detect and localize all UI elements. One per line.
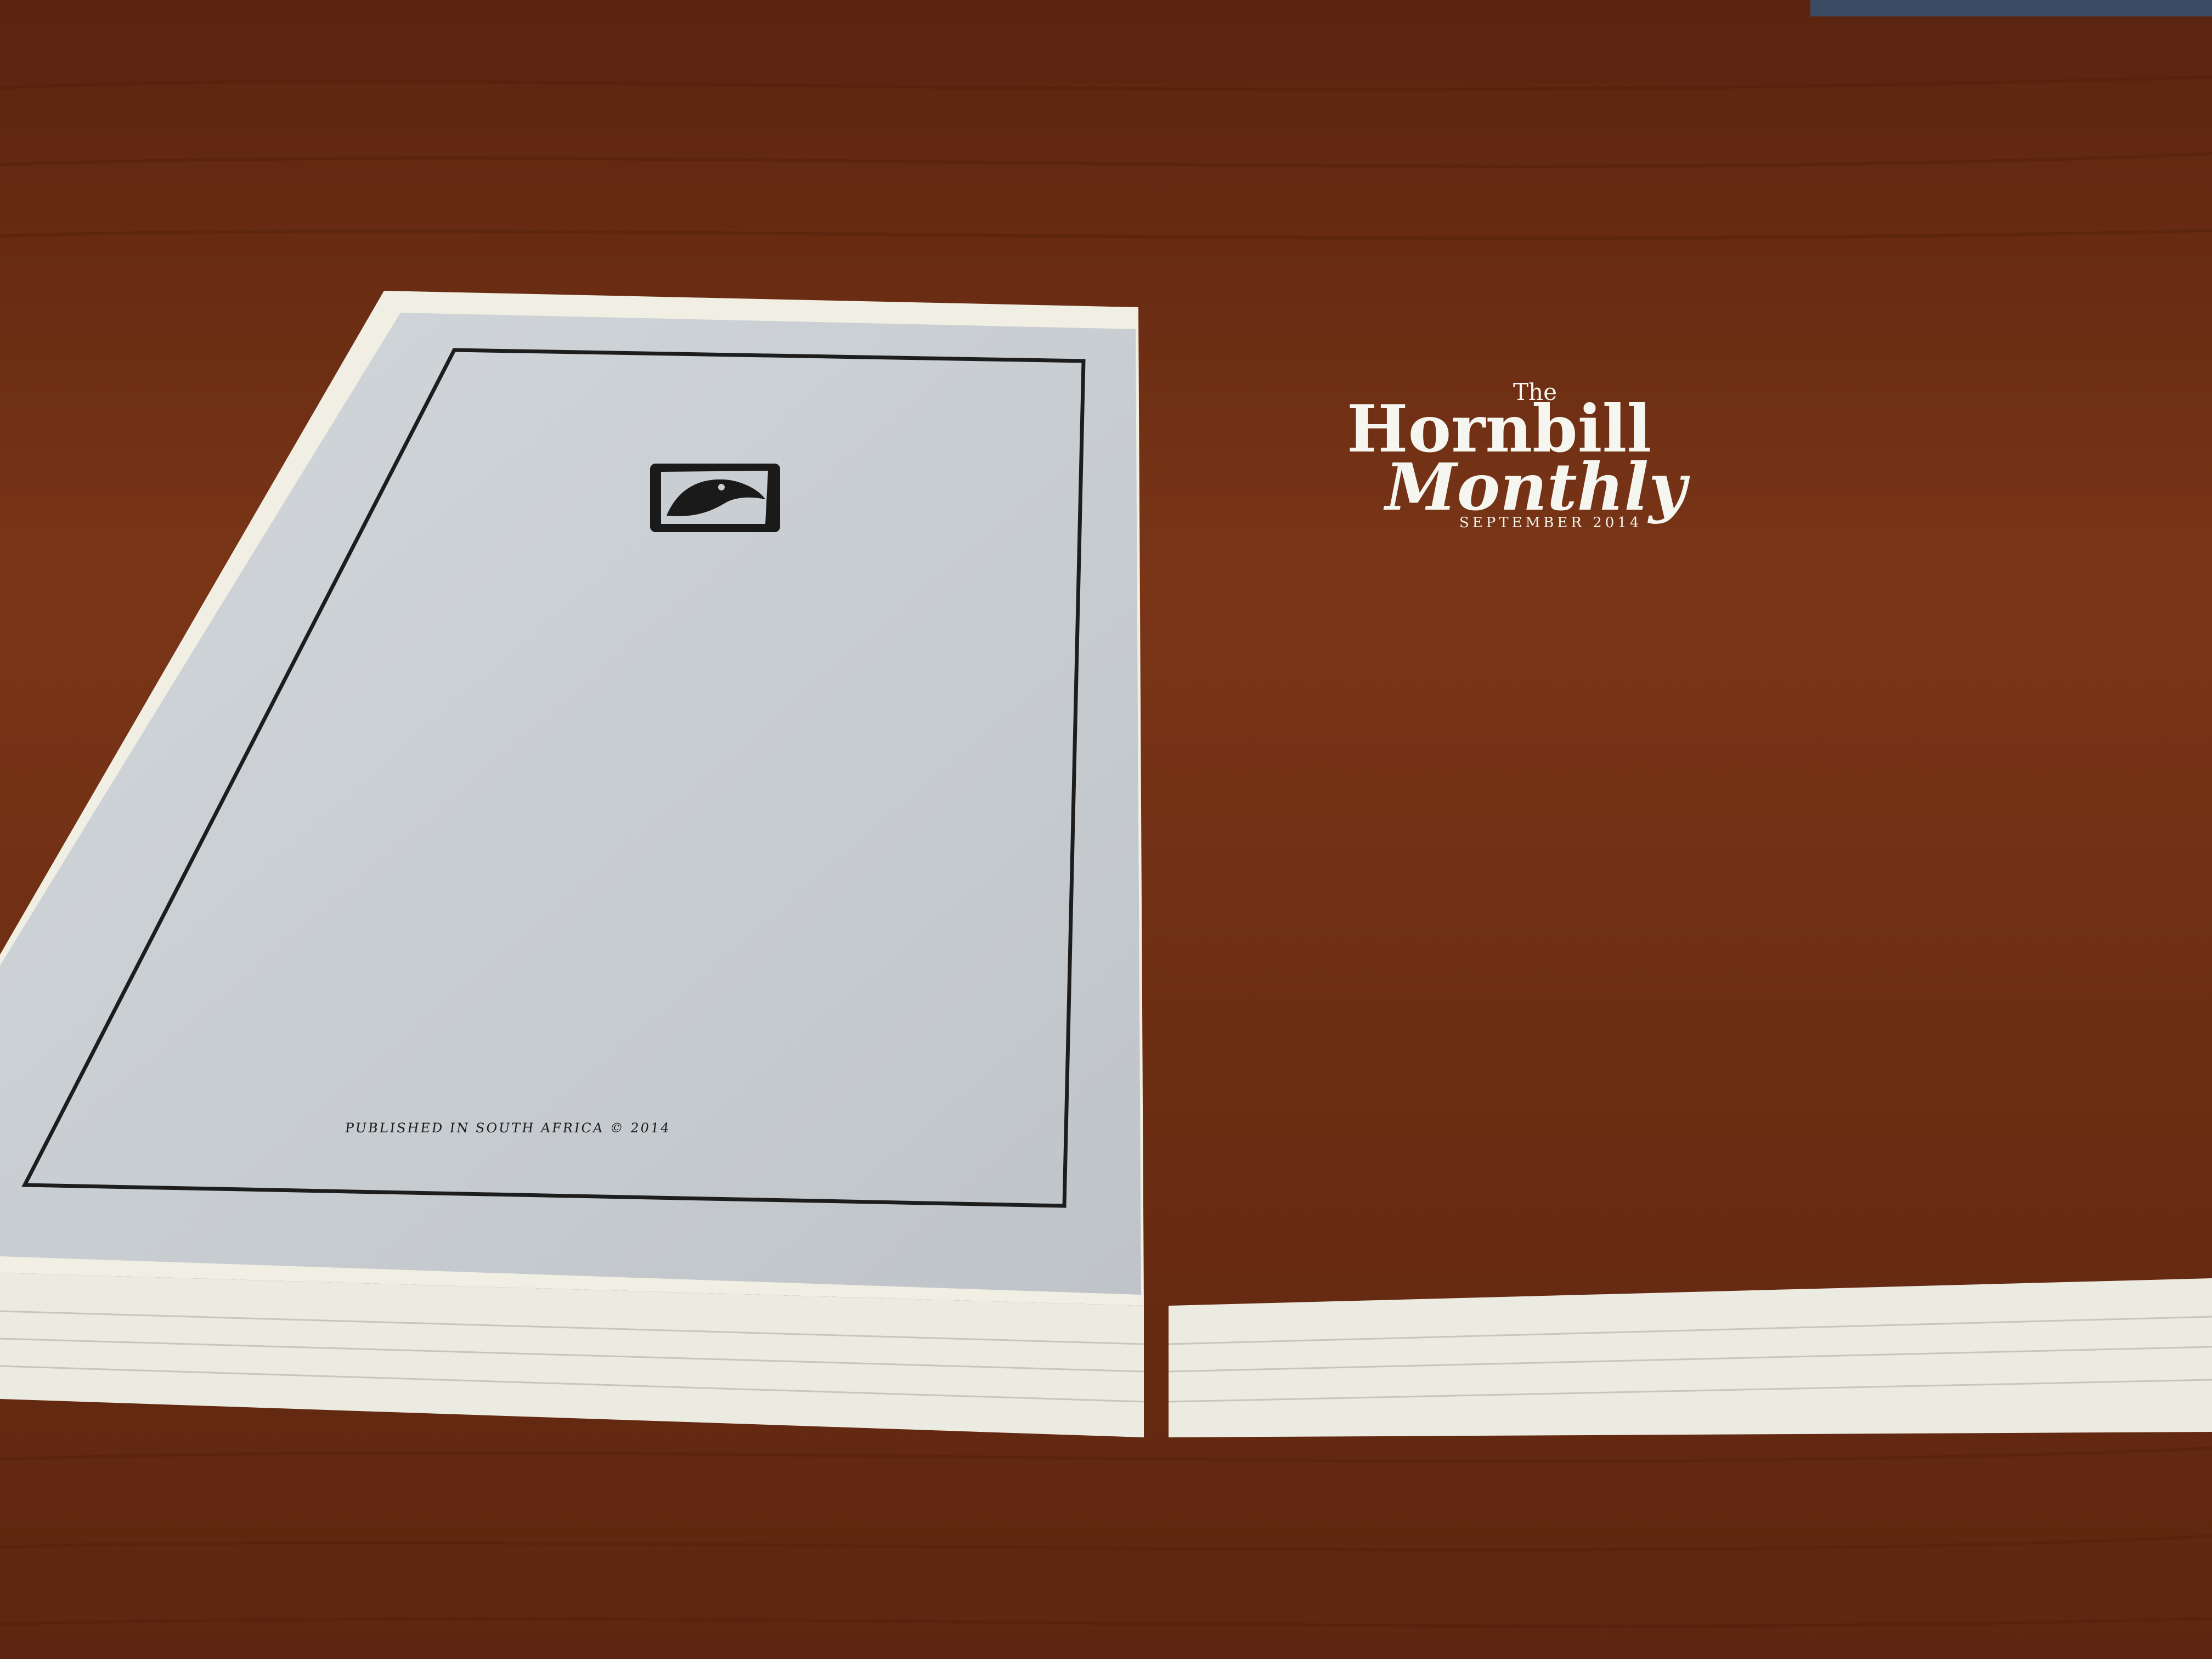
photo-scene xyxy=(0,0,2212,1659)
right-page-stack xyxy=(1169,1278,2212,1437)
background-object xyxy=(1810,0,2212,16)
cover-title-line2: Monthly xyxy=(1385,449,1686,525)
publisher-caption: PUBLISHED IN SOUTH AFRICA © 2014 xyxy=(344,1120,672,1136)
cover-date: SEPTEMBER 2014 xyxy=(1459,515,1643,531)
hornbill-icon xyxy=(650,464,780,532)
